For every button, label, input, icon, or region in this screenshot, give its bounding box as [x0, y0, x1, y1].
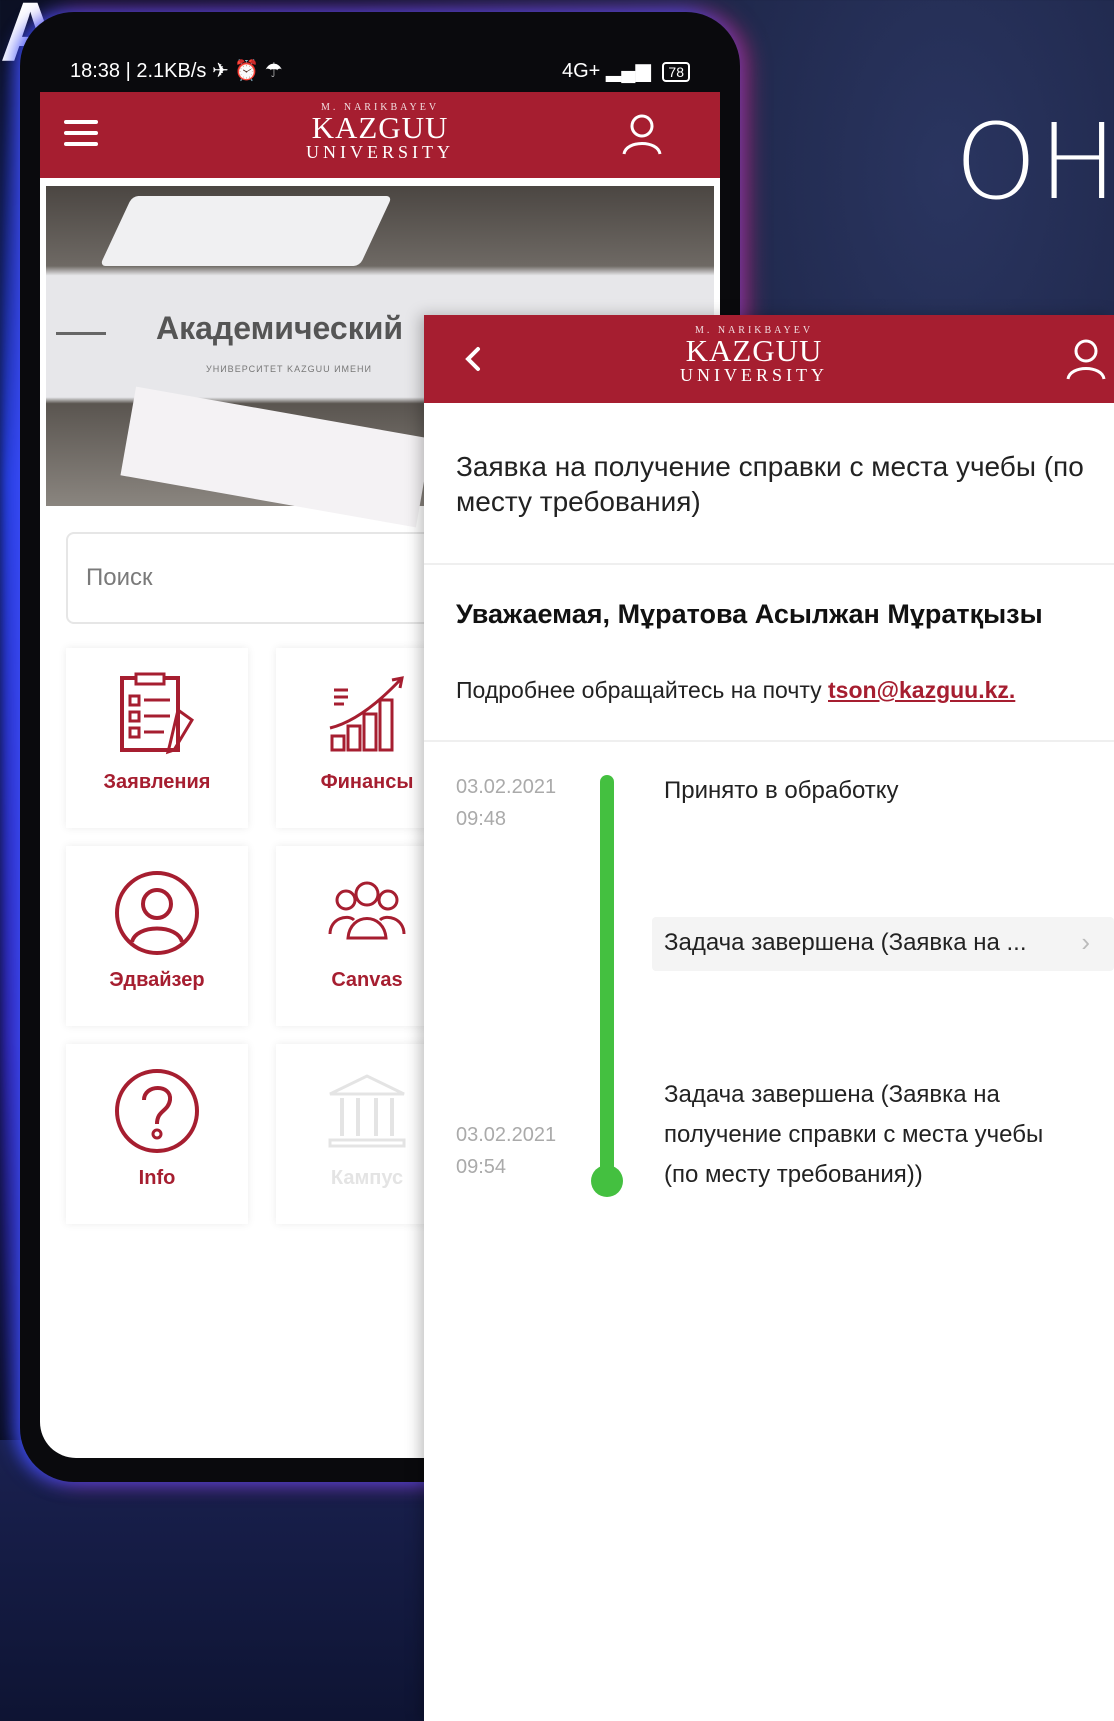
background-hand — [0, 1440, 430, 1721]
timeline-date: 03.02.2021 — [456, 1124, 557, 1146]
advisor-person-icon — [115, 871, 199, 955]
home-app-bar: M. NARIKBAYEV KAZGUU UNIVERSITY — [40, 92, 720, 178]
tile-label: Info — [138, 1167, 176, 1189]
detail-app-bar: M. NARIKBAYEV KAZGUU UNIVERSITY — [424, 315, 1114, 403]
email-link[interactable]: tson@kazguu.kz. — [828, 677, 1015, 703]
timeline-event: Задача завершена (Заявка на получение сп… — [664, 1081, 1044, 1188]
menu-icon[interactable] — [64, 120, 98, 153]
tile-applications[interactable]: Заявления — [66, 648, 248, 828]
divider — [424, 740, 1114, 742]
tile-label: Эдвайзер — [109, 969, 205, 991]
divider — [424, 563, 1114, 565]
back-icon[interactable] — [462, 343, 484, 375]
banner-subtitle: УНИВЕРСИТЕТ KAZGUU ИМЕНИ — [206, 364, 373, 374]
tile-info[interactable]: Info — [66, 1044, 248, 1224]
timeline-time: 09:54 — [456, 1156, 507, 1178]
request-detail-screen: M. NARIKBAYEV KAZGUU UNIVERSITY Заявка н… — [424, 315, 1114, 1721]
greeting: Уважаемая, Мұратова Асылжан Мұратқызы — [456, 599, 1043, 629]
banner-calendar-image — [120, 386, 432, 528]
search-placeholder: Поиск — [86, 564, 153, 591]
signal-icon: 4G+ ▂▄▆ — [562, 59, 651, 82]
banner-title: Академический — [156, 310, 404, 346]
profile-icon[interactable] — [620, 112, 664, 156]
chevron-right-icon: › — [1081, 927, 1090, 957]
banner-dash — [56, 332, 106, 335]
timeline-datetime: 03.02.2021 09:48 — [456, 771, 556, 835]
campus-building-icon — [328, 1074, 406, 1148]
contact-info: Подробнее обращайтесь на почту tson@kazg… — [456, 677, 1015, 704]
logo-line3: UNIVERSITY — [680, 365, 828, 385]
status-right: 4G+ ▂▄▆ 78 — [562, 58, 690, 83]
document-checklist-icon — [120, 672, 194, 755]
timeline-date: 03.02.2021 — [456, 776, 557, 798]
timeline-event: Принято в обработку — [664, 777, 899, 804]
contact-text: Подробнее обращайтесь на почту — [456, 677, 829, 703]
task-row[interactable]: Задача завершена (Заявка на ... › — [652, 917, 1114, 971]
status-bar: 18:38 | 2.1KB/s ✈ ⏰ ☂ 4G+ ▂▄▆ 78 — [40, 48, 720, 92]
kazguu-logo: M. NARIKBAYEV KAZGUU UNIVERSITY — [664, 325, 844, 384]
logo-line1: M. NARIKBAYEV — [694, 325, 814, 336]
tile-label: Заявления — [103, 771, 211, 793]
banner-keyboard-image — [99, 196, 393, 266]
timeline-time: 09:48 — [456, 808, 507, 830]
logo-line3: UNIVERSITY — [306, 142, 454, 162]
logo-line1: M. NARIKBAYEV — [320, 102, 440, 113]
status-left: 18:38 | 2.1KB/s ✈ ⏰ ☂ — [70, 59, 283, 82]
finance-chart-icon — [329, 676, 404, 752]
battery-icon: 78 — [662, 61, 690, 82]
kazguu-logo: M. NARIKBAYEV KAZGUU UNIVERSITY — [290, 102, 470, 161]
profile-icon[interactable] — [1064, 337, 1108, 381]
timeline-datetime: 03.02.2021 09:54 — [456, 1119, 556, 1183]
timeline-bar — [600, 775, 614, 1180]
request-title: Заявка на получение справки с места учеб… — [456, 451, 1084, 517]
timeline-end-dot — [591, 1165, 623, 1197]
task-text: Задача завершена (Заявка на ... — [664, 929, 1027, 956]
tile-advisor[interactable]: Эдвайзер — [66, 846, 248, 1026]
logo-line2: KAZGUU — [311, 110, 449, 145]
group-people-icon — [328, 881, 406, 940]
question-circle-icon — [115, 1069, 199, 1153]
logo-line2: KAZGUU — [685, 333, 823, 368]
hero-headline: ОН — [955, 101, 1114, 223]
